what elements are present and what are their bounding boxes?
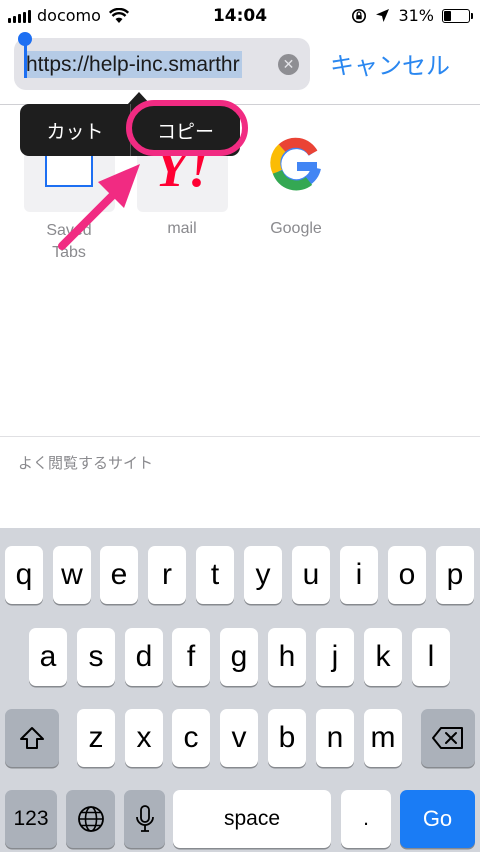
- period-key[interactable]: .: [341, 790, 391, 848]
- shift-key[interactable]: [5, 709, 59, 767]
- key-r[interactable]: r: [148, 546, 186, 604]
- go-key[interactable]: Go: [400, 790, 475, 848]
- delete-key[interactable]: [421, 709, 475, 767]
- keyboard: q w e r t y u i o p a s d f g h j k l z …: [0, 528, 480, 852]
- key-o[interactable]: o: [388, 546, 426, 604]
- key-m[interactable]: m: [364, 709, 402, 767]
- microphone-icon: [135, 805, 154, 832]
- key-q[interactable]: q: [5, 546, 43, 604]
- cut-menu-item[interactable]: カット: [20, 104, 130, 156]
- dictation-key[interactable]: [124, 790, 165, 848]
- battery-percent: 31%: [398, 6, 434, 25]
- key-l[interactable]: l: [412, 628, 450, 686]
- pointer-arrow-icon: [58, 164, 140, 250]
- key-c[interactable]: c: [172, 709, 210, 767]
- key-s[interactable]: s: [77, 628, 115, 686]
- key-k[interactable]: k: [364, 628, 402, 686]
- key-f[interactable]: f: [172, 628, 210, 686]
- key-a[interactable]: a: [29, 628, 67, 686]
- rotation-lock-icon: [352, 8, 367, 23]
- google-icon: [270, 137, 321, 191]
- key-y[interactable]: y: [244, 546, 282, 604]
- key-b[interactable]: b: [268, 709, 306, 767]
- section-divider: [0, 436, 480, 437]
- location-icon: [376, 9, 390, 22]
- key-w[interactable]: w: [53, 546, 91, 604]
- selection-handle[interactable]: [24, 44, 27, 78]
- key-u[interactable]: u: [292, 546, 330, 604]
- status-bar: docomo 14:04 31%: [0, 0, 480, 34]
- url-text-container[interactable]: https://help-inc.smarthr: [26, 51, 272, 78]
- space-key[interactable]: space: [173, 790, 331, 848]
- favorite-google-label: Google: [270, 220, 322, 237]
- key-e[interactable]: e: [100, 546, 138, 604]
- key-g[interactable]: g: [220, 628, 258, 686]
- shift-icon: [20, 727, 44, 749]
- status-bar-right: 31%: [351, 6, 473, 25]
- key-i[interactable]: i: [340, 546, 378, 604]
- battery-icon: [442, 8, 473, 23]
- backspace-icon: [432, 727, 463, 749]
- copy-highlight-annotation: [126, 100, 248, 156]
- key-t[interactable]: t: [196, 546, 234, 604]
- key-z[interactable]: z: [77, 709, 115, 767]
- key-x[interactable]: x: [125, 709, 163, 767]
- address-bar[interactable]: https://help-inc.smarthr: [14, 38, 310, 90]
- key-v[interactable]: v: [220, 709, 258, 767]
- key-p[interactable]: p: [436, 546, 474, 604]
- cancel-button[interactable]: キャンセル: [330, 46, 450, 81]
- globe-key[interactable]: [66, 790, 115, 848]
- clear-icon[interactable]: ✕: [278, 54, 299, 75]
- frequently-visited-heading: よく閲覧するサイト: [18, 454, 154, 472]
- globe-icon: [77, 806, 104, 832]
- url-text-selected[interactable]: https://help-inc.smarthr: [26, 51, 242, 78]
- battery-level-fill: [444, 10, 451, 21]
- key-j[interactable]: j: [316, 628, 354, 686]
- key-h[interactable]: h: [268, 628, 306, 686]
- numbers-key[interactable]: 123: [5, 790, 57, 848]
- key-d[interactable]: d: [125, 628, 163, 686]
- key-n[interactable]: n: [316, 709, 354, 767]
- favorite-google-tile[interactable]: [251, 121, 342, 212]
